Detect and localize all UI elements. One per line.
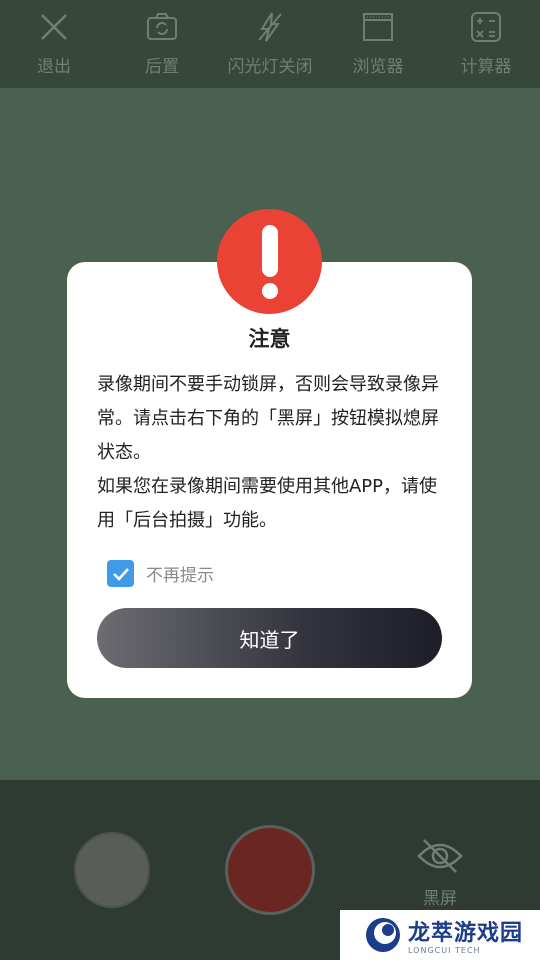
watermark-name: 龙萃游戏园: [408, 921, 524, 946]
blank-screen-button[interactable]: 黑屏: [405, 836, 475, 909]
record-button[interactable]: [225, 825, 315, 915]
camera-switch-button[interactable]: 后置: [108, 0, 216, 88]
dont-remind-label: 不再提示: [146, 566, 214, 586]
watermark: 龙萃游戏园 LONGCUI TECH: [340, 910, 540, 960]
camera-switch-label: 后置: [145, 57, 179, 77]
watermark-logo-icon: [366, 918, 400, 952]
eye-off-icon: [417, 839, 463, 873]
close-icon: [41, 14, 67, 40]
exit-label: 退出: [37, 57, 71, 77]
calculator-icon: [471, 12, 501, 42]
flash-label: 闪光灯关闭: [227, 57, 313, 77]
ok-button[interactable]: 知道了: [97, 608, 442, 668]
dialog-paragraph: 录像期间不要手动锁屏，否则会导致录像异常。请点击右下角的「黑屏」按钮模拟熄屏状态…: [97, 374, 439, 463]
browser-button[interactable]: 浏览器: [324, 0, 432, 88]
browser-icon: [363, 13, 393, 41]
watermark-subtitle: LONGCUI TECH: [408, 946, 481, 955]
alert-badge: [217, 209, 322, 314]
dont-remind-checkbox[interactable]: [107, 560, 134, 587]
calculator-label: 计算器: [460, 57, 512, 77]
calculator-button[interactable]: 计算器: [432, 0, 540, 88]
dialog-paragraph: 如果您在录像期间需要使用其他APP，请使用「后台拍摄」功能。: [97, 476, 438, 531]
top-toolbar: 退出 后置 闪光灯关闭 浏览器 计算器: [0, 0, 540, 88]
dialog-title: 注意: [248, 327, 291, 351]
browser-label: 浏览器: [352, 57, 404, 77]
camera-switch-icon: [147, 13, 177, 40]
checkmark-icon: [112, 567, 129, 581]
flash-off-icon: [258, 12, 282, 42]
gallery-thumbnail-button[interactable]: [74, 832, 150, 908]
blank-screen-label: 黑屏: [423, 889, 457, 909]
dont-remind-option[interactable]: 不再提示: [107, 560, 214, 587]
dialog-body: 录像期间不要手动锁屏，否则会导致录像异常。请点击右下角的「黑屏」按钮模拟熄屏状态…: [97, 368, 447, 538]
notice-dialog: 注意 录像期间不要手动锁屏，否则会导致录像异常。请点击右下角的「黑屏」按钮模拟熄…: [67, 262, 472, 698]
flash-toggle-button[interactable]: 闪光灯关闭: [216, 0, 324, 88]
exit-button[interactable]: 退出: [0, 0, 108, 88]
exclamation-icon: [261, 224, 278, 299]
